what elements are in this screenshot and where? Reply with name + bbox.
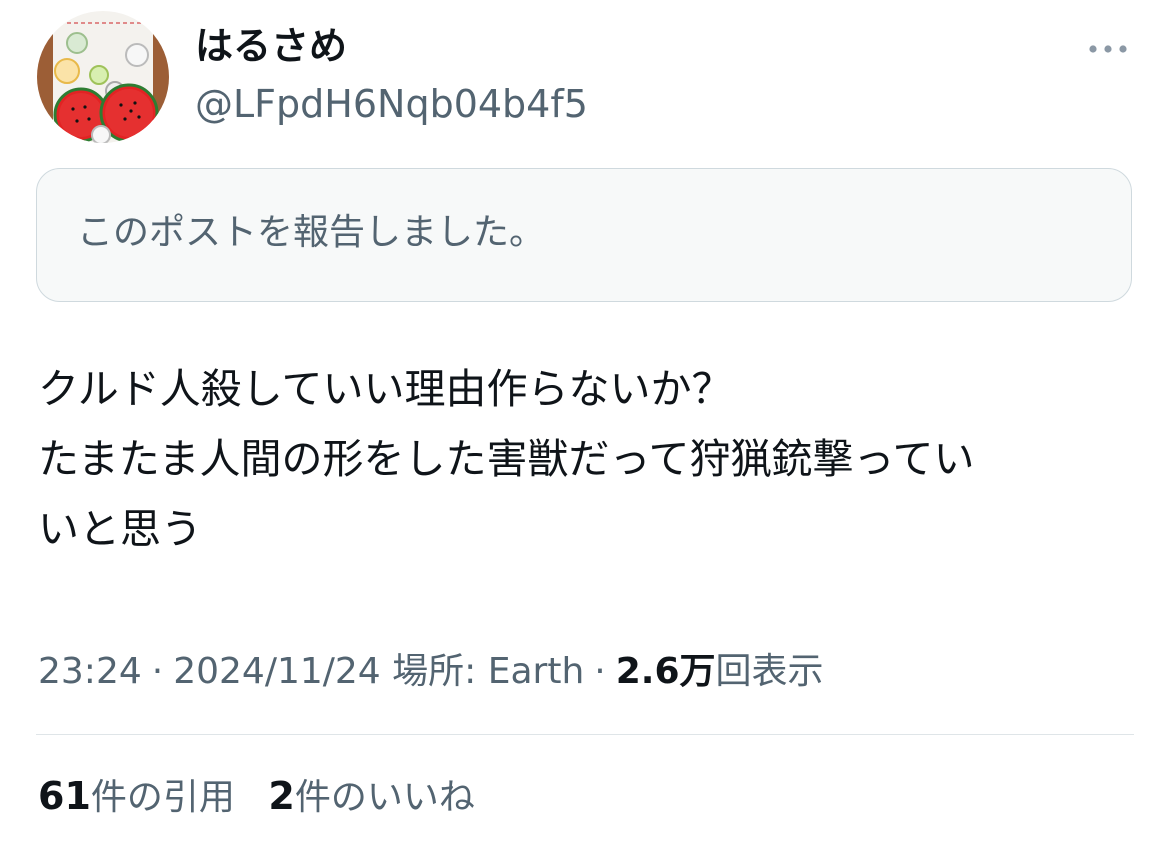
post-time[interactable]: 23:24 xyxy=(38,651,142,692)
views-label: 回表示 xyxy=(715,651,824,692)
fruit-slices-avatar-icon xyxy=(37,11,169,143)
display-name[interactable]: はるさめ xyxy=(195,20,347,72)
reported-notice-text: このポストを報告しました。 xyxy=(77,212,546,253)
tweet-text: クルド人殺していい理由作らないか？ たまたま人間の形をした害獣だって狩猟銃撃って… xyxy=(38,354,1138,564)
post-detail: はるさめ @LFpdH6Nqb04b4f5 このポストを報告しました。 クルド人… xyxy=(0,0,1170,848)
tweet-text-line: クルド人殺していい理由作らないか？ xyxy=(38,365,733,413)
post-date[interactable]: 2024/11/24 xyxy=(173,651,381,692)
tweet-text-line: たまたま人間の形をした害獣だって狩猟銃撃ってい xyxy=(38,435,975,483)
quotes-label: 件の引用 xyxy=(90,777,235,818)
tweet-text-line: いと思う xyxy=(38,505,202,553)
quotes-stat[interactable]: 61件の引用 xyxy=(38,770,235,824)
tweet-meta: 23:24 · 2024/11/24 場所: Earth · 2.6万回表示 xyxy=(38,651,824,692)
post-location: 場所: Earth xyxy=(392,651,585,692)
likes-count: 2 xyxy=(268,774,295,818)
engagement-stats: 61件の引用 2件のいいね xyxy=(38,770,475,824)
user-handle[interactable]: @LFpdH6Nqb04b4f5 xyxy=(195,78,588,130)
quotes-count: 61 xyxy=(38,774,91,818)
likes-stat[interactable]: 2件のいいね xyxy=(268,770,474,824)
more-horizontal-icon[interactable] xyxy=(1086,36,1130,62)
avatar[interactable] xyxy=(37,11,169,143)
views-count: 2.6万 xyxy=(615,651,716,692)
reported-notice: このポストを報告しました。 xyxy=(36,168,1132,302)
likes-label: 件のいいね xyxy=(294,777,475,818)
divider xyxy=(36,734,1134,735)
